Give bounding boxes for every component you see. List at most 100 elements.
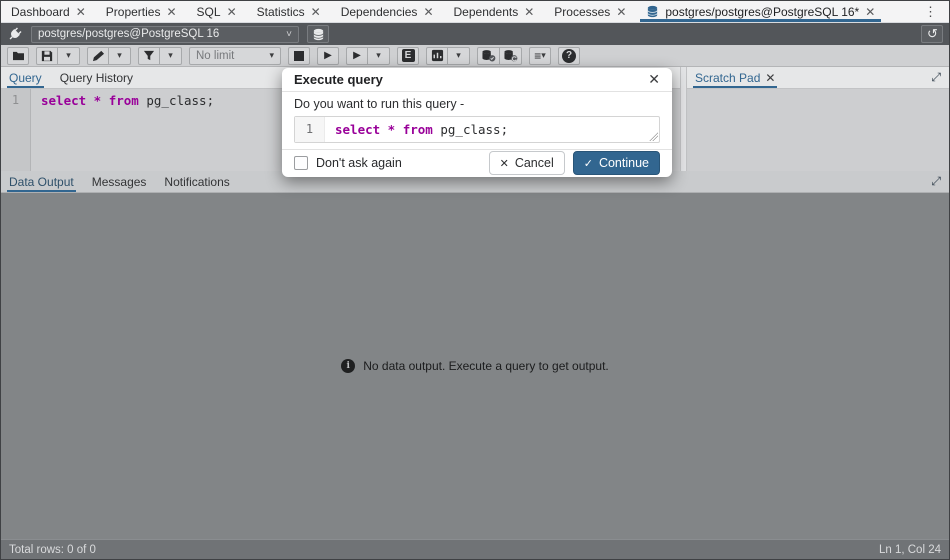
connection-status-icon [7, 26, 23, 42]
connection-select-value: postgres/postgres@PostgreSQL 16 [38, 28, 219, 40]
ellipsis-icon: ⋮ [924, 4, 937, 20]
close-icon[interactable]: ✕ [648, 72, 660, 86]
tab-notifications[interactable]: Notifications [164, 171, 229, 192]
rollback-icon [503, 49, 518, 62]
connection-select[interactable]: postgres/postgres@PostgreSQL 16 ˅ [31, 26, 299, 43]
query-toolbar: ▾ ▾ ▾ No limit ▾ [1, 45, 949, 67]
commit-icon [481, 49, 496, 62]
chevron-down-icon: ▾ [117, 50, 122, 61]
explain-analyze-button[interactable] [426, 47, 448, 65]
filter-button[interactable] [138, 47, 160, 65]
close-icon[interactable]: ✕ [865, 6, 875, 18]
filter-options-dropdown[interactable]: ▾ [160, 47, 182, 65]
tab-query-history[interactable]: Query History [60, 67, 133, 88]
sql-identifier: pg_class; [139, 93, 214, 108]
tab-messages[interactable]: Messages [92, 171, 147, 192]
explain-button[interactable]: E [397, 47, 419, 65]
chevron-down-icon: ▾ [541, 50, 546, 61]
dont-ask-again-checkbox[interactable]: Don't ask again [294, 156, 402, 170]
close-icon[interactable]: ✕ [166, 6, 176, 18]
dialog-footer: Don't ask again ✕ Cancel ✓ Continue [282, 149, 672, 177]
tab-query-tool-active[interactable]: postgres/postgres@PostgreSQL 16* ✕ [636, 1, 885, 22]
scratch-pad-panel: Scratch Pad ✕ ⤢ [687, 67, 949, 171]
check-icon: ✓ [584, 157, 593, 170]
tab-overflow-menu-button[interactable]: ⋮ [912, 1, 949, 22]
tab-dashboard[interactable]: Dashboard ✕ [1, 1, 96, 22]
tab-label: Properties [106, 5, 161, 19]
tab-properties[interactable]: Properties ✕ [96, 1, 187, 22]
dialog-header[interactable]: Execute query ✕ [282, 68, 672, 92]
help-icon: ? [562, 49, 576, 63]
info-icon: i [341, 359, 355, 373]
database-icon [312, 28, 325, 41]
close-icon[interactable]: ✕ [616, 6, 626, 18]
close-icon[interactable]: ✕ [76, 6, 86, 18]
close-icon[interactable]: ✕ [311, 6, 321, 18]
line-number: 1 [306, 122, 313, 136]
editor-gutter: 1 [1, 89, 31, 171]
play-icon: ▶ [324, 50, 332, 61]
dialog-body: Do you want to run this query - 1 select… [282, 92, 672, 149]
edit-button[interactable] [87, 47, 109, 65]
tab-query[interactable]: Query [9, 67, 42, 88]
tab-dependents[interactable]: Dependents ✕ [444, 1, 545, 22]
help-button[interactable]: ? [558, 47, 580, 65]
commit-button[interactable] [477, 47, 500, 65]
macros-button[interactable]: ≡ ▾ [529, 47, 551, 65]
tab-dependencies[interactable]: Dependencies ✕ [331, 1, 444, 22]
new-connection-button[interactable] [307, 25, 329, 43]
cancel-button[interactable]: ✕ Cancel [489, 151, 565, 175]
explain-icon: E [402, 49, 415, 62]
row-limit-select[interactable]: No limit ▾ [189, 47, 281, 65]
save-options-dropdown[interactable]: ▾ [58, 47, 80, 65]
save-file-button[interactable] [36, 47, 58, 65]
cancel-query-button[interactable] [288, 47, 310, 65]
explain-options-dropdown[interactable]: ▾ [448, 47, 470, 65]
panel-splitter[interactable] [680, 67, 687, 171]
data-output-area: i No data output. Execute a query to get… [1, 193, 949, 539]
list-icon: ≡ [534, 49, 541, 63]
chevron-down-icon: ▾ [168, 50, 173, 61]
tab-processes[interactable]: Processes ✕ [544, 1, 636, 22]
scratch-pad-area[interactable] [687, 89, 949, 171]
resize-grip[interactable] [649, 132, 658, 141]
open-file-button[interactable] [7, 47, 29, 65]
dialog-message: Do you want to run this query - [294, 97, 660, 111]
tab-label: Messages [92, 175, 147, 189]
execute-script-button[interactable]: ▶ [346, 47, 368, 65]
total-rows-status: Total rows: 0 of 0 [9, 544, 96, 556]
tab-label: Notifications [164, 175, 229, 189]
tab-sql[interactable]: SQL ✕ [187, 1, 247, 22]
sql-operator: * [86, 93, 109, 108]
tab-label: Dashboard [11, 5, 70, 19]
reload-icon: ↻ [927, 26, 938, 42]
preview-code-line: select * from pg_class; [325, 117, 659, 142]
tab-data-output[interactable]: Data Output [9, 171, 74, 192]
sql-operator: * [380, 122, 403, 137]
sql-keyword: from [109, 93, 139, 108]
expand-icon[interactable]: ⤢ [931, 70, 941, 85]
sql-identifier: pg_class; [433, 122, 508, 137]
execute-query-dialog: Execute query ✕ Do you want to run this … [282, 68, 672, 177]
reset-layout-button[interactable]: ↻ [921, 25, 943, 43]
stop-icon [294, 51, 304, 61]
close-icon[interactable]: ✕ [227, 6, 237, 18]
edit-options-dropdown[interactable]: ▾ [109, 47, 131, 65]
checkbox-label: Don't ask again [316, 156, 402, 170]
continue-button[interactable]: ✓ Continue [573, 151, 660, 175]
close-icon[interactable]: ✕ [765, 71, 775, 85]
folder-icon [12, 50, 25, 61]
expand-icon[interactable]: ⤢ [931, 174, 941, 189]
tab-label: Processes [554, 5, 610, 19]
execute-options-dropdown[interactable]: ▾ [368, 47, 390, 65]
empty-output-text: No data output. Execute a query to get o… [363, 359, 609, 373]
empty-output-message: i No data output. Execute a query to get… [341, 359, 609, 373]
tab-statistics[interactable]: Statistics ✕ [247, 1, 331, 22]
tab-scratch-pad[interactable]: Scratch Pad ✕ [695, 67, 775, 88]
close-icon[interactable]: ✕ [423, 6, 433, 18]
tab-label: Scratch Pad [695, 71, 760, 85]
execute-query-button[interactable]: ▶ [317, 47, 339, 65]
rollback-button[interactable] [500, 47, 522, 65]
close-icon[interactable]: ✕ [524, 6, 534, 18]
checkbox-icon[interactable] [294, 156, 308, 170]
